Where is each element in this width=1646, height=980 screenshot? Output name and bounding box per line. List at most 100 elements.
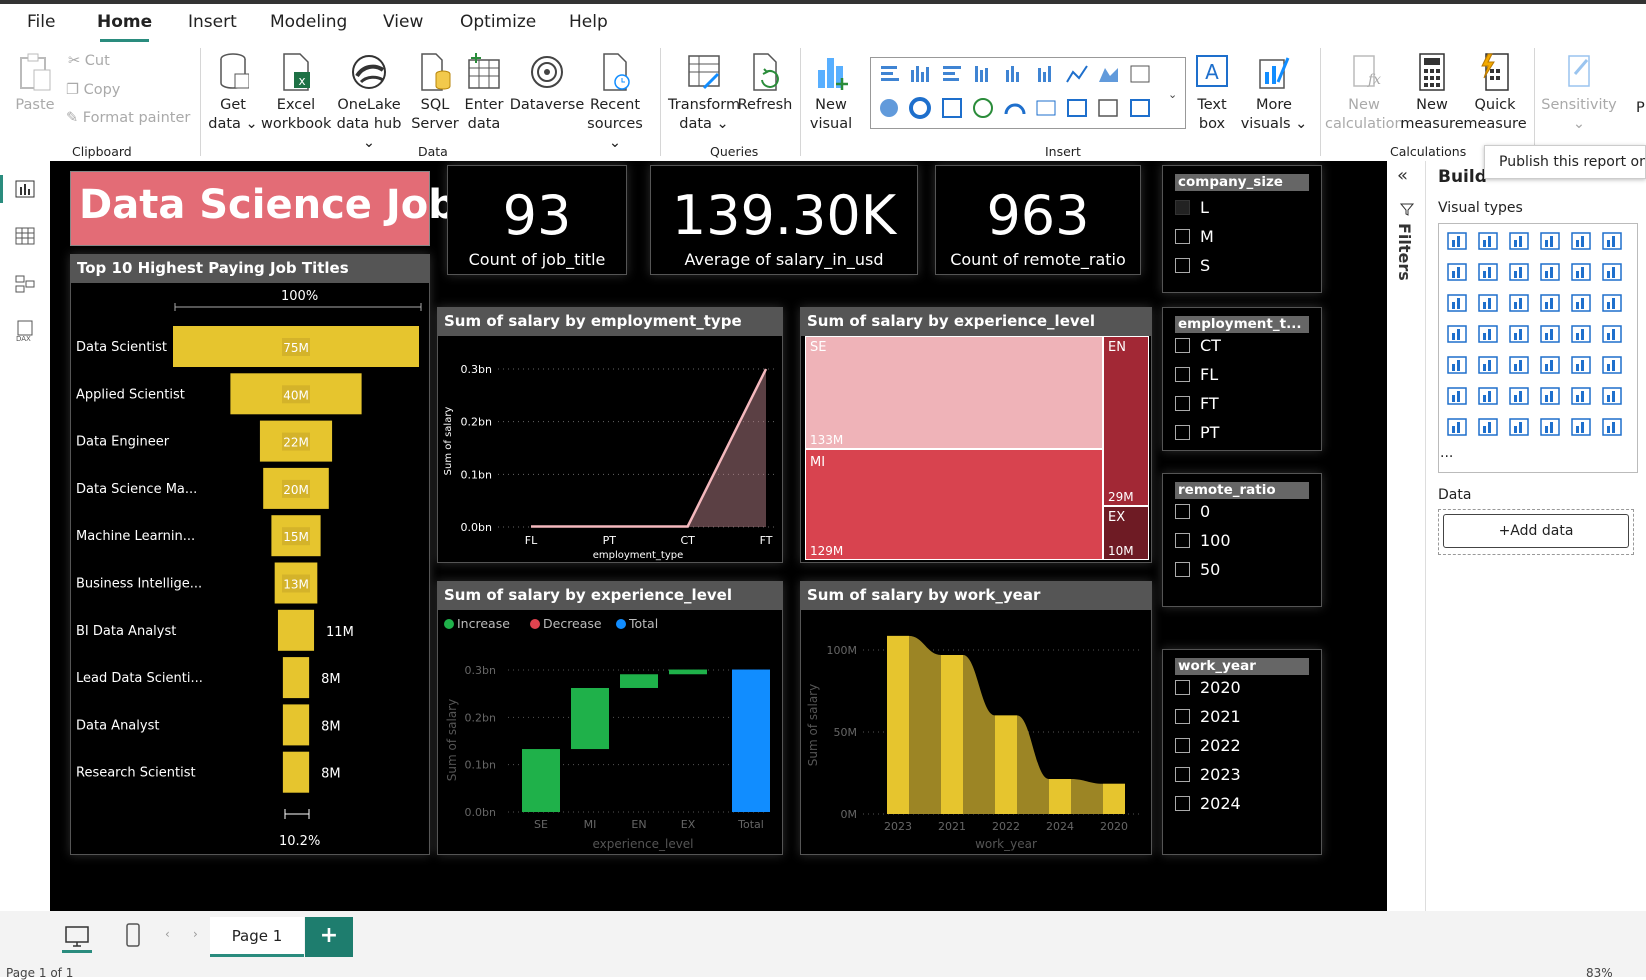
report-view-icon[interactable] <box>14 177 36 199</box>
visual-type-icon[interactable] <box>1600 292 1624 314</box>
visual-type-icon[interactable] <box>1507 323 1531 345</box>
quick-measure-button[interactable]: Quick measure <box>1463 52 1527 134</box>
slicer-remote-ratio[interactable]: remote_ratio 0 100 50 <box>1162 473 1322 607</box>
visual-type-icon[interactable] <box>1600 230 1624 252</box>
table-view-icon[interactable] <box>14 225 36 247</box>
card-count-job-title[interactable]: 93 Count of job_title <box>447 165 627 275</box>
visual-type-icon[interactable] <box>1538 323 1562 345</box>
card-average-salary[interactable]: 139.30K Average of salary_in_usd <box>650 165 918 275</box>
treemap-cell-mi[interactable]: MI 129M <box>805 449 1103 560</box>
checkbox[interactable] <box>1175 258 1190 273</box>
copy-button[interactable]: ❐ Copy <box>66 82 120 98</box>
visual-type-icon[interactable] <box>1600 354 1624 376</box>
visual-type-icon[interactable] <box>1538 230 1562 252</box>
visual-type-icon[interactable] <box>1538 261 1562 283</box>
waterfall-chart-experience-level[interactable]: Sum of salary by experience_level Increa… <box>437 581 783 855</box>
slicer-item[interactable]: S <box>1175 256 1210 275</box>
visual-type-icon[interactable] <box>1538 354 1562 376</box>
visual-type-icon[interactable] <box>1476 323 1500 345</box>
checkbox[interactable] <box>1175 396 1190 411</box>
checkbox[interactable] <box>1175 425 1190 440</box>
paste-button[interactable]: Paste <box>14 52 56 115</box>
visual-type-icon[interactable] <box>1445 230 1469 252</box>
treemap-cell-en[interactable]: EN 29M <box>1103 336 1149 506</box>
ribbon-chart-work-year[interactable]: Sum of salary by work_year 100M 50M 0M 2023… <box>800 581 1152 855</box>
get-data-button[interactable]: Get data ⌄ <box>204 52 262 134</box>
visual-type-icon[interactable] <box>1538 385 1562 407</box>
slicer-item[interactable]: 2023 <box>1175 765 1241 784</box>
funnel-chart[interactable]: Top 10 Highest Paying Job Titles Data Sc… <box>70 254 430 855</box>
enter-data-button[interactable]: Enter data <box>462 52 506 134</box>
page-tab-1[interactable]: Page 1 <box>210 917 304 957</box>
recent-sources-button[interactable]: Recent sources ⌄ <box>582 52 648 153</box>
visual-type-icon[interactable] <box>1445 416 1469 438</box>
slicer-item[interactable]: FT <box>1175 394 1219 413</box>
card-count-remote-ratio[interactable]: 963 Count of remote_ratio <box>935 165 1141 275</box>
menu-view[interactable]: View <box>383 12 423 32</box>
slicer-item[interactable]: CT <box>1175 336 1221 355</box>
slicer-item[interactable]: L <box>1175 198 1209 217</box>
add-page-button[interactable]: + <box>305 917 353 957</box>
prev-page-icon[interactable]: ‹ <box>165 927 170 941</box>
slicer-item[interactable]: 2020 <box>1175 678 1241 697</box>
visual-type-icon[interactable] <box>1507 416 1531 438</box>
slicer-item[interactable]: 50 <box>1175 560 1220 579</box>
refresh-button[interactable]: Refresh <box>737 52 793 115</box>
visual-type-icon[interactable] <box>1445 292 1469 314</box>
slicer-item[interactable]: 2021 <box>1175 707 1241 726</box>
checkbox[interactable] <box>1175 533 1190 548</box>
visual-type-icon[interactable] <box>1569 416 1593 438</box>
next-page-icon[interactable]: › <box>193 927 198 941</box>
visual-type-icon[interactable] <box>1569 230 1593 252</box>
text-box-button[interactable]: A Text box <box>1192 52 1232 134</box>
checkbox[interactable] <box>1175 338 1190 353</box>
menu-home[interactable]: Home <box>97 12 152 32</box>
checkbox[interactable] <box>1175 504 1190 519</box>
publish-button-clipped[interactable]: P <box>1636 100 1645 116</box>
excel-workbook-button[interactable]: x Excel workbook <box>261 52 331 134</box>
sensitivity-button[interactable]: Sensitivity ⌄ <box>1540 52 1618 134</box>
more-visuals-button[interactable]: More visuals ⌄ <box>1237 52 1311 134</box>
add-data-button[interactable]: +Add data <box>1443 514 1629 548</box>
new-visual-button[interactable]: New visual <box>808 52 854 134</box>
collapse-pane-icon[interactable]: « <box>1397 165 1408 186</box>
slicer-company-size[interactable]: company_size L M S <box>1162 165 1322 293</box>
area-chart-employment-type[interactable]: Sum of salary by employment_type 0.3bn 0.… <box>437 307 783 563</box>
dax-query-view-icon[interactable]: DAX <box>14 319 36 343</box>
visual-type-icon[interactable] <box>1569 261 1593 283</box>
visual-type-icon[interactable] <box>1476 230 1500 252</box>
checkbox[interactable] <box>1175 709 1190 724</box>
visual-type-icon[interactable] <box>1569 385 1593 407</box>
visual-type-icon[interactable] <box>1507 261 1531 283</box>
new-measure-button[interactable]: New measure <box>1400 52 1464 134</box>
checkbox[interactable] <box>1175 200 1190 215</box>
sql-server-button[interactable]: SQL Server <box>410 52 460 134</box>
checkbox[interactable] <box>1175 796 1190 811</box>
visual-type-icon[interactable] <box>1507 292 1531 314</box>
slicer-item[interactable]: 100 <box>1175 531 1231 550</box>
visual-type-icon[interactable] <box>1476 385 1500 407</box>
visual-type-icon[interactable] <box>1600 323 1624 345</box>
visual-type-icon[interactable] <box>1600 385 1624 407</box>
slicer-item[interactable]: 0 <box>1175 502 1210 521</box>
model-view-icon[interactable] <box>14 273 36 295</box>
checkbox[interactable] <box>1175 767 1190 782</box>
visual-type-icon[interactable] <box>1569 323 1593 345</box>
onelake-data-hub-button[interactable]: OneLake data hub ⌄ <box>329 52 409 153</box>
checkbox[interactable] <box>1175 229 1190 244</box>
more-visuals-ellipsis[interactable]: ... <box>1440 445 1453 461</box>
visual-type-icon[interactable] <box>1476 416 1500 438</box>
visual-type-icon[interactable] <box>1538 292 1562 314</box>
visual-type-icon[interactable] <box>1600 261 1624 283</box>
checkbox[interactable] <box>1175 680 1190 695</box>
menu-help[interactable]: Help <box>569 12 608 32</box>
zoom-level[interactable]: 83% <box>1586 966 1613 980</box>
visual-type-icon[interactable] <box>1569 354 1593 376</box>
format-painter-button[interactable]: ✎ Format painter <box>66 110 190 126</box>
visual-type-icon[interactable] <box>1507 385 1531 407</box>
visual-type-icon[interactable] <box>1445 385 1469 407</box>
visual-type-icon[interactable] <box>1476 354 1500 376</box>
checkbox[interactable] <box>1175 367 1190 382</box>
slicer-work-year[interactable]: work_year 2020 2021 2022 2023 2024 <box>1162 649 1322 855</box>
menu-file[interactable]: File <box>27 12 55 32</box>
